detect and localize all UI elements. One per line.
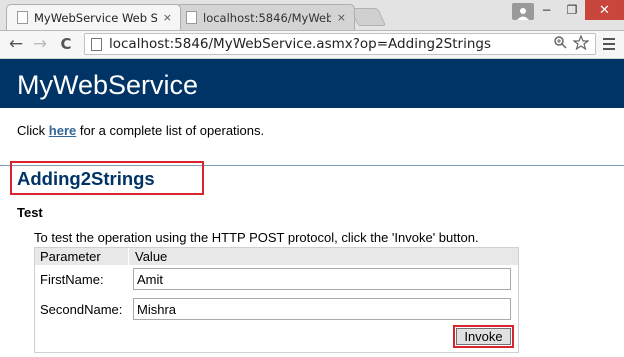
profile-icon[interactable] <box>512 3 534 20</box>
intro-text: Click here for a complete list of operat… <box>17 123 265 138</box>
page-icon <box>91 37 102 51</box>
minimize-button[interactable]: − <box>534 0 559 20</box>
browser-tab-active[interactable]: MyWebService Web Servi × <box>6 4 181 30</box>
firstname-label: FirstName: <box>40 272 104 287</box>
firstname-input[interactable] <box>133 268 511 290</box>
restore-button[interactable]: ❐ <box>559 0 585 20</box>
header-divider <box>128 248 129 265</box>
table-header <box>35 248 518 265</box>
operations-list-link[interactable]: here <box>49 123 76 138</box>
window-close-button[interactable]: ✕ <box>585 0 624 20</box>
tab-title: localhost:5846/MyWebSer <box>203 10 331 25</box>
bookmark-star-icon[interactable] <box>572 33 590 54</box>
site-title: MyWebService <box>17 70 199 100</box>
test-instructions: To test the operation using the HTTP POS… <box>34 230 479 245</box>
operation-title-highlight <box>10 161 204 195</box>
zoom-icon[interactable] <box>553 35 567 53</box>
forward-button[interactable]: → <box>30 34 50 54</box>
secondname-label: SecondName: <box>40 302 123 317</box>
address-bar[interactable]: localhost:5846/MyWebService.asmx?op=Addi… <box>84 33 596 55</box>
reload-button[interactable]: C <box>56 34 76 54</box>
menu-icon[interactable] <box>600 34 618 54</box>
back-button[interactable]: ← <box>6 34 26 54</box>
page-icon <box>17 11 28 24</box>
tab-title: MyWebService Web Servi <box>34 10 157 25</box>
tab-close-icon[interactable]: × <box>337 11 346 24</box>
browser-tab-inactive[interactable]: localhost:5846/MyWebSer × <box>175 4 355 30</box>
test-heading: Test <box>17 205 43 220</box>
address-url[interactable]: localhost:5846/MyWebService.asmx?op=Addi… <box>109 36 547 52</box>
invoke-highlight <box>453 325 514 348</box>
tab-close-icon[interactable]: × <box>163 11 172 24</box>
column-header-value: Value <box>135 249 168 264</box>
page-icon <box>186 11 197 24</box>
column-header-parameter: Parameter <box>40 249 101 264</box>
secondname-input[interactable] <box>133 298 511 320</box>
